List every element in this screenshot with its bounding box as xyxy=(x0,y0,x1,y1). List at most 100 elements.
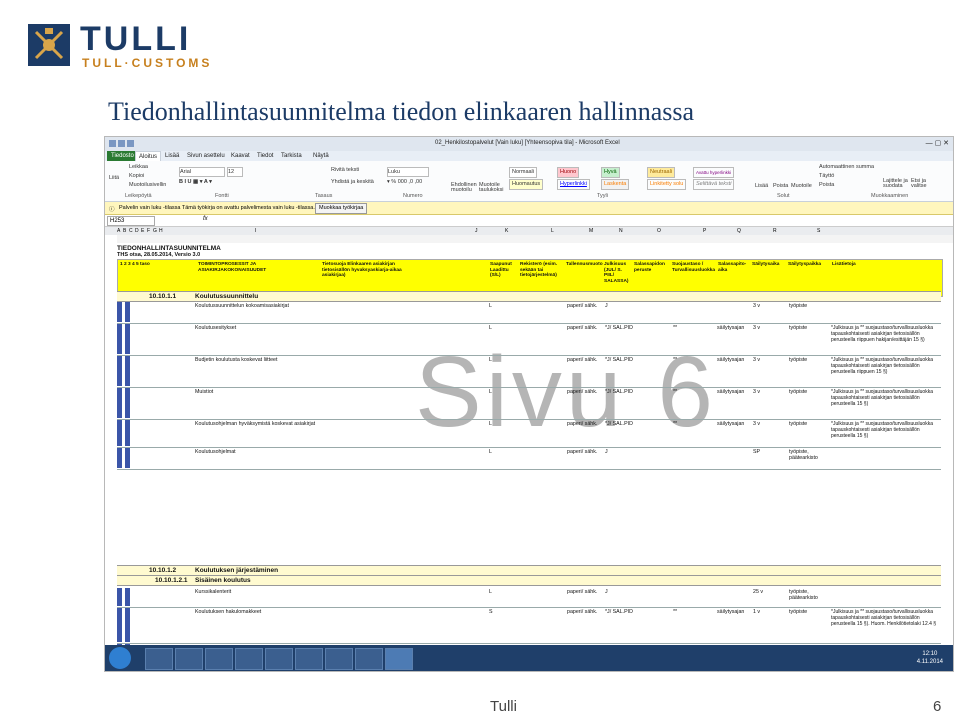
tab-file[interactable]: Tiedosto xyxy=(107,151,138,161)
ie-icon[interactable] xyxy=(145,648,173,670)
delete-cells-button[interactable]: Poista xyxy=(773,183,788,189)
font-size-select[interactable]: 12 xyxy=(227,167,243,177)
edit-workbook-button[interactable]: Muokkaa työkirjaa xyxy=(315,203,368,214)
tulli-logo-emblem xyxy=(28,24,70,66)
slide-title: Tiedonhallintasuunnitelma tiedon elinkaa… xyxy=(108,97,695,126)
table-row[interactable]: Koulutusohjelman hyväksymistä koskevat a… xyxy=(117,419,941,448)
column-header[interactable]: O xyxy=(657,228,661,234)
format-as-table-button[interactable]: Muotoile taulukoksi xyxy=(479,182,507,193)
row-suojaus: ** xyxy=(673,389,678,395)
column-header[interactable]: C xyxy=(129,228,133,234)
column-header[interactable]: S xyxy=(817,228,820,234)
tab-formulas[interactable]: Kaavat xyxy=(231,153,250,159)
style-bad[interactable]: Huono xyxy=(557,167,580,178)
table-row[interactable]: Muistiot Lpaperi/ sähk. *J/ SAL.PID ** säily… xyxy=(117,387,941,420)
word-icon[interactable] xyxy=(355,648,383,670)
row-salassapitoaika: säilytysajan xyxy=(717,609,745,615)
style-followed-hyperlink[interactable]: Avattu hyperlinkki xyxy=(693,167,735,178)
column-header[interactable]: H xyxy=(159,228,163,234)
table-row[interactable]: Koulutusesitykset Lpaperi/ sähk. *J/ SAL.P… xyxy=(117,323,941,356)
fill-button[interactable]: Täyttö xyxy=(819,173,834,179)
acrobat-icon[interactable] xyxy=(325,648,353,670)
column-header[interactable]: K xyxy=(505,228,508,234)
number-format-buttons[interactable]: ▾ % 000 ,0 ,00 xyxy=(387,179,422,185)
style-explanatory[interactable]: Selittävä teksti xyxy=(693,179,735,190)
row-sl: L xyxy=(489,449,492,455)
conditional-format-button[interactable]: Ehdollinen muotoilu xyxy=(451,182,477,193)
find-select-button[interactable]: Etsi ja valitse xyxy=(911,178,939,189)
wrap-text-button[interactable]: Rivitä teksti xyxy=(331,167,359,173)
style-normal[interactable]: Normaali xyxy=(509,167,538,178)
column-header[interactable]: R xyxy=(773,228,777,234)
column-header[interactable]: J xyxy=(475,228,478,234)
style-good[interactable]: Hyvä xyxy=(601,167,620,178)
style-hyperlink[interactable]: Hyperlinkki xyxy=(557,179,590,190)
number-format-select[interactable]: Luku xyxy=(387,167,429,177)
autosum-button[interactable]: Automaattinen summa xyxy=(819,164,874,170)
table-row[interactable]: Kurssikalenterit Lpaperi/ sähk. J 25 v työpi… xyxy=(117,587,941,608)
undo-icon[interactable] xyxy=(127,140,134,147)
column-header[interactable]: D xyxy=(135,228,139,234)
column-header[interactable]: M xyxy=(589,228,593,234)
format-painter-button[interactable]: Muotoilusivellin xyxy=(129,182,166,188)
copy-button[interactable]: Kopioi xyxy=(129,173,144,179)
font-name-select[interactable]: Arial xyxy=(179,167,225,177)
insert-cells-button[interactable]: Lisää xyxy=(755,183,768,189)
read-only-message: Palvelin vain luku -tilassa Tämä työkirj… xyxy=(119,205,315,211)
ribbon-tabs: Tiedosto Aloitus Lisää Sivun asettelu Ka… xyxy=(105,151,953,162)
window-controls[interactable]: — ▢ ✕ xyxy=(926,139,949,147)
column-header[interactable]: Q xyxy=(737,228,741,234)
fx-icon[interactable]: fx xyxy=(203,216,208,222)
column-header[interactable]: E xyxy=(141,228,144,234)
row-sailytyspaikka: työpiste, päätearkisto xyxy=(789,449,818,461)
section-row[interactable]: 10.10.1.2.1 Sisäinen koulutus xyxy=(117,575,941,586)
firefox-icon[interactable] xyxy=(265,648,293,670)
level-bar xyxy=(117,324,122,354)
quick-access-toolbar[interactable] xyxy=(109,140,136,149)
taskbar-clock[interactable]: 12:10 4.11.2014 xyxy=(917,650,943,666)
name-box[interactable]: H253 xyxy=(107,216,155,226)
column-header[interactable]: B xyxy=(123,228,126,234)
save-icon[interactable] xyxy=(118,140,125,147)
start-button-icon[interactable] xyxy=(109,647,131,669)
excel-taskbar-icon[interactable] xyxy=(385,648,413,670)
column-header[interactable]: L xyxy=(551,228,554,234)
tab-page-layout[interactable]: Sivun asettelu xyxy=(187,153,225,159)
column-header[interactable]: F xyxy=(147,228,150,234)
tab-data[interactable]: Tiedot xyxy=(257,153,273,159)
column-header[interactable]: A xyxy=(117,228,120,234)
column-header[interactable]: N xyxy=(619,228,623,234)
section-code: 10.10.1.2 xyxy=(149,567,177,574)
style-linked-cell[interactable]: Linkitetty solu xyxy=(647,179,687,190)
style-neutral[interactable]: Neutraali xyxy=(647,167,676,178)
tab-insert[interactable]: Lisää xyxy=(165,153,179,159)
tab-view[interactable]: Näytä xyxy=(313,153,329,159)
spreadsheet-grid[interactable]: TIEDONHALLINTASUUNNITELMA THS otsa, 28.0… xyxy=(105,235,953,671)
row-salassapitoaika: säilytysajan xyxy=(717,421,745,427)
row-suojaus: ** xyxy=(673,357,678,363)
cut-button[interactable]: Leikkaa xyxy=(129,164,148,170)
style-calculation[interactable]: Laskenta xyxy=(601,179,630,190)
merge-center-button[interactable]: Yhdistä ja keskitä xyxy=(331,179,374,185)
column-header[interactable]: P xyxy=(703,228,706,234)
powerpoint-icon[interactable] xyxy=(295,648,323,670)
tab-review[interactable]: Tarkista xyxy=(281,153,302,159)
column-header[interactable]: I xyxy=(255,228,256,234)
table-row[interactable]: Koulutussuunnittelun kokoamisasiakirjat L… xyxy=(117,301,941,324)
format-cells-button[interactable]: Muotoile xyxy=(791,183,812,189)
table-row[interactable]: Budjetin koulutusta koskevat liitteet Lpa… xyxy=(117,355,941,388)
clear-button[interactable]: Poista xyxy=(819,182,834,188)
folder-icon[interactable] xyxy=(175,648,203,670)
level-bar xyxy=(125,448,130,468)
style-note[interactable]: Huomautus xyxy=(509,179,544,190)
header-process: TOIMINTOPROSESSIT JA ASIAKIRJAKOKONAISUU… xyxy=(198,262,267,273)
app-icon[interactable] xyxy=(205,648,233,670)
table-row[interactable]: Koulutuksen hakulomakkeet Spaperi/ sähk. *… xyxy=(117,607,941,644)
sort-filter-button[interactable]: Lajittele ja suodata xyxy=(883,178,911,189)
column-header[interactable]: G xyxy=(153,228,157,234)
filter-row[interactable] xyxy=(117,235,953,243)
table-row[interactable]: Koulutusohjelmat Lpaperi/ sähk. J SP työpist… xyxy=(117,447,941,470)
paste-button[interactable]: Liitä xyxy=(109,175,119,181)
outlook-icon[interactable] xyxy=(235,648,263,670)
font-style-buttons[interactable]: B I U ▦ ▾ A ▾ xyxy=(179,179,212,185)
